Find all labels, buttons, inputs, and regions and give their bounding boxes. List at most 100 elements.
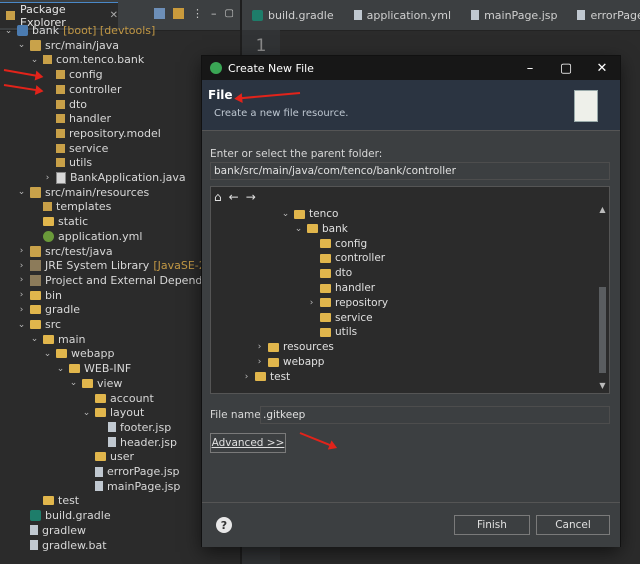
maximize-icon[interactable]: ▢ [225,8,234,19]
tree-item[interactable]: ⌄ src [17,317,61,332]
home-icon[interactable]: ⌂ [214,190,222,204]
collapsed-chevron-icon[interactable]: › [17,305,26,315]
tree-item[interactable]: utils [43,155,92,170]
tree-item[interactable]: ⌄ com.tenco.bank [30,52,144,67]
collapsed-chevron-icon[interactable]: › [17,290,26,300]
collapsed-chevron-icon[interactable]: › [43,173,52,183]
help-icon[interactable]: ? [216,517,232,533]
tree-item[interactable]: ⌄ webapp [43,346,115,361]
folder-tree-item-label: resources [283,341,334,354]
expanded-chevron-icon[interactable]: ⌄ [82,408,91,418]
editor-tabbar: build.gradle application.yml mainPage.jsp e… [242,0,640,31]
tree-item[interactable]: gradlew [17,523,86,538]
view-menu-icon[interactable]: ⋮ [192,8,203,19]
tree-item[interactable]: static [30,214,88,229]
tree-item[interactable]: config [43,67,103,82]
collapsed-chevron-icon[interactable]: › [17,246,26,256]
minimize-icon[interactable]: – [211,8,217,19]
tree-item[interactable]: service [43,141,108,156]
tree-item[interactable]: ⌄ main [30,332,86,347]
cancel-button[interactable]: Cancel [536,515,610,535]
tree-item[interactable]: controller [43,82,121,97]
tree-item[interactable]: ⌄ src/main/resources [17,185,150,200]
scroll-down-icon[interactable]: ▼ [597,381,608,391]
advanced-button[interactable]: Advanced >> [210,433,286,453]
expanded-chevron-icon[interactable]: ⌄ [30,334,39,344]
folder-tree-item[interactable]: ⌄ bank [294,222,348,236]
file-name-input[interactable]: .gitkeep [260,406,610,424]
folder-tree-item[interactable]: config [307,237,367,251]
expanded-chevron-icon[interactable]: ⌄ [56,364,65,374]
collapsed-chevron-icon[interactable]: › [307,298,316,308]
tree-item[interactable]: › gradle [17,302,80,317]
tree-item[interactable]: repository.model [43,126,161,141]
folder-tree-item[interactable]: › repository [307,296,388,310]
folder-tree-item[interactable]: handler [307,281,375,295]
tree-item[interactable]: ⌄ bank [boot] [devtools] [4,23,156,38]
tree-item[interactable]: gradlew.bat [17,538,107,553]
tree-item[interactable]: header.jsp [95,435,177,450]
expanded-chevron-icon[interactable]: ⌄ [43,349,52,359]
tree-item[interactable]: › BankApplication.java [43,170,186,185]
scrollbar-thumb[interactable] [599,287,606,373]
expanded-chevron-icon[interactable]: ⌄ [281,209,290,219]
folder-tree-scrollbar[interactable]: ▲ ▼ [597,205,608,391]
expanded-chevron-icon[interactable]: ⌄ [69,378,78,388]
collapsed-chevron-icon[interactable]: › [255,342,264,352]
tree-item[interactable]: ⌄ src/main/java [17,38,119,53]
folder-tree-item[interactable]: utils [307,325,357,339]
folder-tree-item[interactable]: controller [307,251,385,265]
tree-item-label: utils [69,156,93,170]
scroll-up-icon[interactable]: ▲ [597,205,608,215]
collapsed-chevron-icon[interactable]: › [17,261,26,271]
tree-item[interactable]: account [82,391,154,406]
tree-item[interactable]: build.gradle [17,508,111,523]
close-button[interactable]: ✕ [584,56,620,80]
tree-item-label: src [45,318,62,331]
back-arrow-icon[interactable]: ← [229,190,239,204]
folder-tree-item[interactable]: › webapp [255,355,325,369]
tree-item[interactable]: errorPage.jsp [82,464,180,479]
forward-arrow-icon[interactable]: → [246,190,256,204]
close-icon[interactable]: ✕ [110,10,118,21]
expanded-chevron-icon[interactable]: ⌄ [17,320,26,330]
minimize-button[interactable]: – [512,56,548,80]
tree-item[interactable]: ⌄ layout [82,405,145,420]
dialog-titlebar[interactable]: Create New File – ▢ ✕ [202,56,620,80]
tree-item[interactable]: › src/test/java [17,244,113,259]
expanded-chevron-icon[interactable]: ⌄ [4,26,13,36]
tree-item[interactable]: ⌄ view [69,376,123,391]
tree-item[interactable]: mainPage.jsp [82,479,180,494]
collapsed-chevron-icon[interactable]: › [17,275,26,285]
collapse-all-icon[interactable] [154,8,166,19]
folder-tree-item[interactable]: ⌄ tenco [281,207,339,221]
expanded-chevron-icon[interactable]: ⌄ [30,55,39,65]
tree-item[interactable]: handler [43,111,111,126]
tree-item[interactable]: user [82,449,134,464]
tree-item[interactable]: application.yml [30,229,142,244]
editor-tab[interactable]: application.yml [344,0,461,30]
expanded-chevron-icon[interactable]: ⌄ [294,224,303,234]
editor-tab[interactable]: build.gradle [242,0,344,30]
parent-folder-input[interactable]: bank/src/main/java/com/tenco/bank/contro… [210,162,610,180]
folder-tree-item[interactable]: dto [307,266,352,280]
editor-tab[interactable]: mainPage.jsp [461,0,567,30]
finish-button[interactable]: Finish [454,515,530,535]
folder-tree-item[interactable]: › resources [255,340,334,354]
expanded-chevron-icon[interactable]: ⌄ [17,40,26,50]
folder-tree-item[interactable]: › test [242,370,290,384]
tree-item[interactable]: test [30,493,79,508]
link-with-editor-icon[interactable] [173,8,185,19]
maximize-button[interactable]: ▢ [548,56,584,80]
tree-item[interactable]: ⌄ WEB-INF [56,361,131,376]
tree-item[interactable]: footer.jsp [95,420,171,435]
tree-item[interactable]: › JRE System Library [JavaSE-21] [17,258,217,273]
folder-tree-item[interactable]: service [307,311,373,325]
editor-tab[interactable]: errorPage.jsp [567,0,640,30]
tree-item[interactable]: › bin [17,288,62,303]
collapsed-chevron-icon[interactable]: › [255,357,264,367]
expanded-chevron-icon[interactable]: ⌄ [17,187,26,197]
tree-item[interactable]: templates [30,199,111,214]
tree-item[interactable]: dto [43,97,87,112]
collapsed-chevron-icon[interactable]: › [242,372,251,382]
